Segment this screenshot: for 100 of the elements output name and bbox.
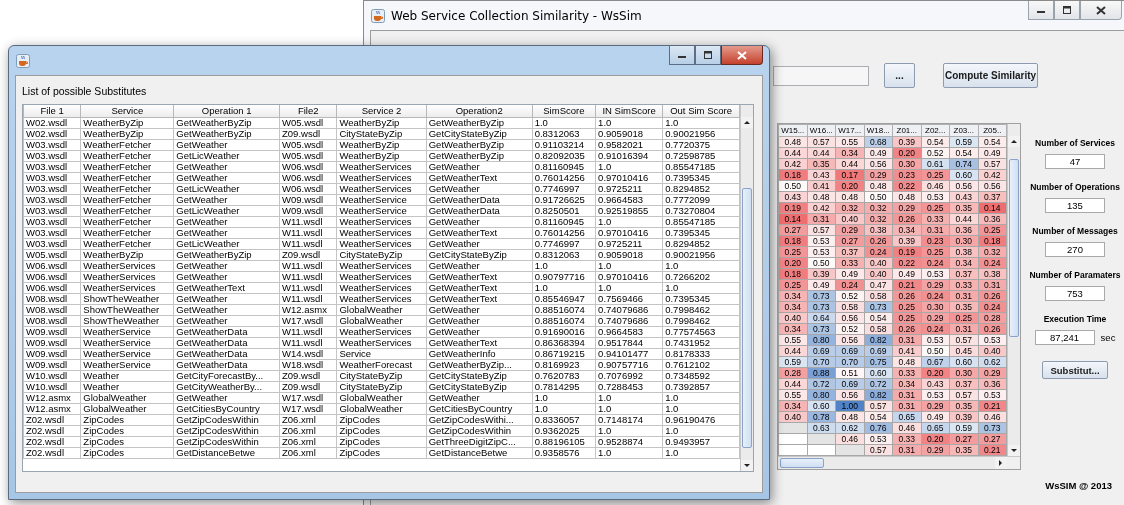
heatmap-cell: 0.46 xyxy=(978,411,1007,423)
column-header[interactable]: IN SimScore xyxy=(595,105,663,118)
column-header[interactable]: Service xyxy=(80,105,174,118)
substitutes-button[interactable]: Substitut... xyxy=(1042,361,1108,379)
scroll-up-button[interactable] xyxy=(741,117,753,128)
column-header[interactable]: Operation2 xyxy=(426,105,533,118)
vertical-scrollbar[interactable] xyxy=(740,105,753,471)
vertical-scrollbar[interactable] xyxy=(1007,124,1020,456)
heatmap-cell: 0.54 xyxy=(978,136,1007,148)
value-field[interactable]: 135 xyxy=(1045,198,1105,213)
table-cell: 0.97010416 xyxy=(595,172,663,184)
table-cell: 0.9664583 xyxy=(595,194,663,206)
table-cell: GetWeatherText xyxy=(426,271,533,283)
table-cell: 0.88196105 xyxy=(532,436,596,448)
compute-button[interactable]: Compute Similarity xyxy=(943,63,1038,88)
column-header[interactable]: W18... xyxy=(864,124,893,137)
value-field[interactable]: 47 xyxy=(1045,154,1105,169)
maximize-button[interactable] xyxy=(695,46,721,65)
column-header[interactable]: Z02... xyxy=(921,124,950,137)
table-cell: GetCityStateByZip xyxy=(426,381,533,393)
heatmap-cell: 0.26 xyxy=(892,213,921,225)
heatmap-cell: 0.52 xyxy=(835,323,864,335)
table-cell: GetWeatherByZip xyxy=(173,249,280,261)
heatmap-cell: 0.34 xyxy=(949,257,978,269)
column-header[interactable]: Z03... xyxy=(949,124,978,137)
column-header[interactable]: Operation 1 xyxy=(173,105,280,118)
table-cell: 1.0 xyxy=(662,282,740,294)
table-cell: WeatherServices xyxy=(336,227,427,239)
heatmap-cell: 0.54 xyxy=(864,312,893,324)
table-cell: GetWeatherByZip xyxy=(426,117,533,129)
heatmap-cell: 0.56 xyxy=(835,389,864,401)
table-cell: 1.0 xyxy=(532,260,596,272)
table-cell: W05.wsdl xyxy=(279,117,337,129)
column-header[interactable]: File 1 xyxy=(23,105,81,118)
table-cell: 0.7814295 xyxy=(532,381,596,393)
table-cell: 0.85547185 xyxy=(662,161,740,173)
heatmap-cell: 0.50 xyxy=(807,257,836,269)
column-header[interactable]: W16... xyxy=(807,124,836,137)
scrollbar-thumb[interactable] xyxy=(1009,159,1019,337)
table-cell: WeatherServices xyxy=(336,172,427,184)
value-field[interactable]: 753 xyxy=(1045,286,1105,301)
scroll-up-button[interactable] xyxy=(1008,136,1020,147)
column-header[interactable]: Z01... xyxy=(892,124,921,137)
heatmap-cell: 0.37 xyxy=(949,378,978,390)
column-header[interactable]: W15... xyxy=(778,124,807,137)
heatmap-cell: 0.69 xyxy=(864,345,893,357)
table-cell: GetWeatherByZip xyxy=(173,117,280,129)
scroll-down-button[interactable] xyxy=(1008,445,1020,456)
table-cell: GetWeather xyxy=(173,304,280,316)
table-cell: GetCityStateByZip xyxy=(426,370,533,382)
scroll-down-button[interactable] xyxy=(741,460,753,471)
table-cell: W11.wsdl xyxy=(279,326,337,338)
close-button[interactable] xyxy=(1080,1,1122,20)
minimize-button[interactable] xyxy=(669,46,695,65)
heatmap-cell: 0.46 xyxy=(835,433,864,445)
scrollbar-thumb[interactable] xyxy=(780,458,824,468)
table-cell: W03.wsdl xyxy=(23,205,81,217)
table-cell: 0.7746997 xyxy=(532,238,596,250)
maximize-button[interactable] xyxy=(1054,1,1080,20)
column-header[interactable]: Service 2 xyxy=(336,105,427,118)
table-cell: WeatherFetcher xyxy=(80,161,174,173)
column-header[interactable]: File2 xyxy=(279,105,337,118)
table-cell: 0.7569466 xyxy=(595,293,663,305)
value-field[interactable]: 270 xyxy=(1045,242,1105,257)
column-header[interactable]: Out Sim Score xyxy=(662,105,740,118)
table-cell: GetThreeDigitZipC... xyxy=(426,436,533,448)
table-cell: 1.0 xyxy=(532,117,596,129)
table-cell: 0.9517844 xyxy=(595,337,663,349)
heatmap-cell: 0.36 xyxy=(978,378,1007,390)
column-header[interactable]: Z05.. xyxy=(978,124,1007,137)
table-cell: GetCityStateByZip xyxy=(426,128,533,140)
table-cell: 0.97010416 xyxy=(595,227,663,239)
heatmap-cell: 0.55 xyxy=(778,334,807,346)
heatmap-cell: 0.40 xyxy=(835,213,864,225)
cup-icon xyxy=(16,53,30,68)
heatmap-cell: 0.14 xyxy=(778,213,807,225)
heatmap-cell: 0.39 xyxy=(807,268,836,280)
heatmap-cell: 0.40 xyxy=(864,257,893,269)
heatmap-cell: 0.33 xyxy=(892,367,921,379)
heatmap-cell: 0.57 xyxy=(807,224,836,236)
minimize-button[interactable] xyxy=(1028,1,1054,20)
heatmap-cell: 0.35 xyxy=(949,202,978,214)
heatmap-cell: 0.19 xyxy=(892,246,921,258)
heatmap-cell: 0.26 xyxy=(978,323,1007,335)
column-header[interactable]: W17... xyxy=(835,124,864,137)
table-cell: WeatherServices xyxy=(336,337,427,349)
heatmap-cell: 1.00 xyxy=(835,400,864,412)
browse-button[interactable]: ... xyxy=(884,63,915,88)
table-cell: GetWeatherByZip xyxy=(173,128,280,140)
table-cell: 0.9582021 xyxy=(595,139,663,151)
heatmap-cell: 0.58 xyxy=(864,323,893,335)
path-field[interactable] xyxy=(773,65,869,86)
table-cell: Z09.wsdl xyxy=(279,128,337,140)
heatmap-cell: 0.26 xyxy=(892,290,921,302)
close-button[interactable] xyxy=(721,46,763,65)
scrollbar-thumb[interactable] xyxy=(742,188,752,448)
value-field[interactable]: 87,241 xyxy=(1034,330,1095,345)
column-header[interactable]: SimScore xyxy=(532,105,596,118)
table-cell: WeatherServices xyxy=(336,271,427,283)
heatmap-cell: 0.56 xyxy=(835,312,864,324)
